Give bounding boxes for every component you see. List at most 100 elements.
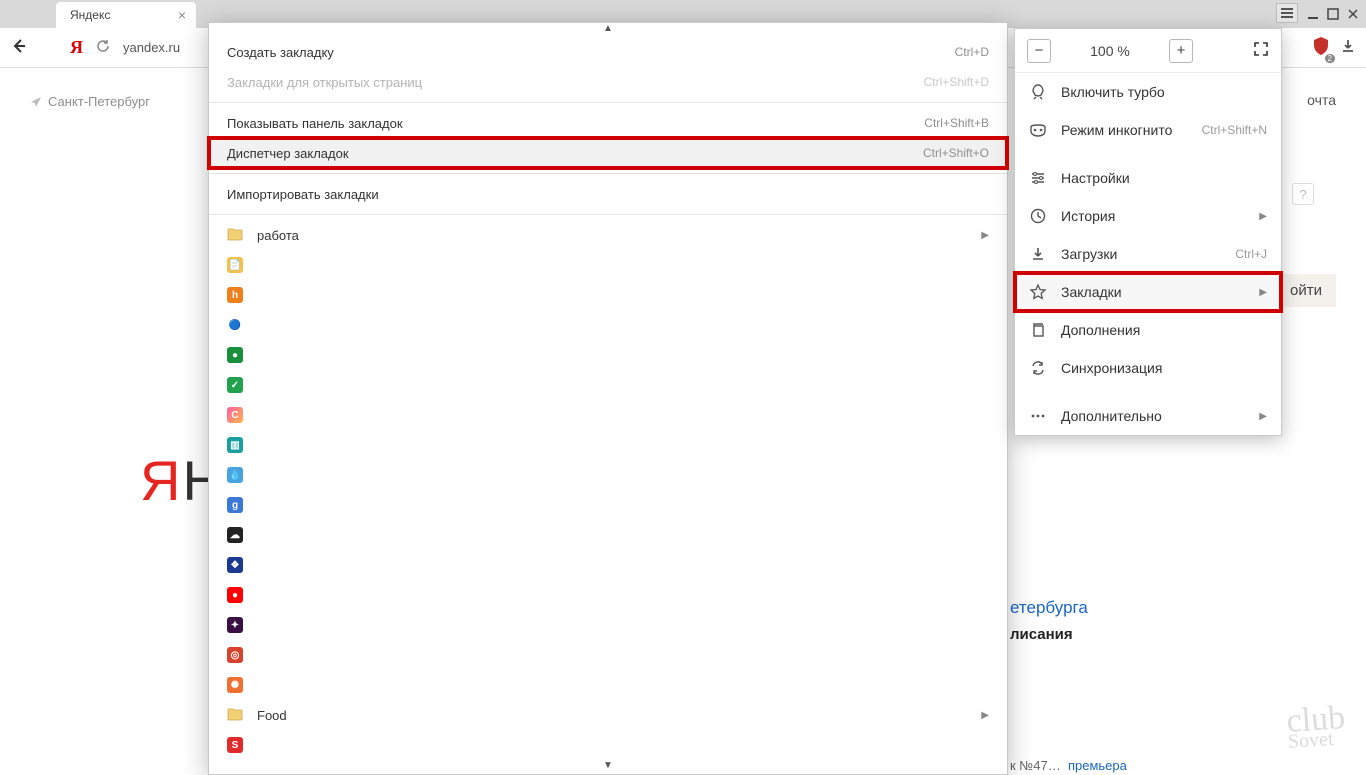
login-button[interactable]: ойти — [1276, 274, 1336, 307]
bookmark-item[interactable]: ✺ — [209, 670, 1007, 700]
menu-item-rocket[interactable]: Включить турбо — [1015, 73, 1281, 111]
zoom-row: − 100 % + — [1015, 29, 1281, 73]
copy-icon — [1029, 321, 1047, 339]
favicon: C — [227, 407, 243, 423]
submenu-label: Создать закладку — [227, 45, 334, 60]
submenu-item[interactable]: Диспетчер закладокCtrl+Shift+O — [209, 138, 1007, 168]
favicon: ● — [227, 347, 243, 363]
favicon: ▥ — [227, 437, 243, 453]
bookmark-item[interactable]: C — [209, 400, 1007, 430]
submenu-item[interactable]: Импортировать закладки — [209, 179, 1007, 209]
menu-label: Режим инкогнито — [1061, 122, 1188, 138]
chevron-right-icon: ▶ — [1259, 287, 1267, 298]
bookmark-item[interactable]: h — [209, 280, 1007, 310]
submenu-scroll-down-icon[interactable]: ▼ — [209, 760, 1007, 774]
menu-item-star[interactable]: Закладки ▶ — [1015, 273, 1281, 311]
menu-item-download[interactable]: Загрузки Ctrl+J — [1015, 235, 1281, 273]
hamburger-menu-icon[interactable] — [1276, 3, 1298, 23]
menu-label: Включить турбо — [1061, 84, 1267, 100]
yandex-logo-icon: Я — [70, 37, 83, 58]
shield-icon[interactable]: 2 — [1312, 36, 1330, 59]
close-window-icon[interactable] — [1344, 6, 1362, 22]
folder-icon — [227, 707, 243, 724]
bookmark-item[interactable]: ✓ — [209, 370, 1007, 400]
minimize-icon[interactable] — [1304, 6, 1322, 22]
menu-label: Дополнительно — [1061, 408, 1245, 424]
reload-icon[interactable] — [95, 38, 111, 57]
menu-item-sync[interactable]: Синхронизация — [1015, 349, 1281, 387]
fullscreen-icon[interactable] — [1253, 41, 1269, 60]
bookmark-item[interactable]: 💧 — [209, 460, 1007, 490]
chevron-right-icon: ▶ — [981, 230, 989, 241]
bookmark-item[interactable]: ● — [209, 580, 1007, 610]
bookmark-item[interactable]: ❖ — [209, 550, 1007, 580]
tab-close-icon[interactable]: × — [178, 8, 186, 22]
shield-badge: 2 — [1325, 54, 1335, 63]
chevron-right-icon: ▶ — [1259, 411, 1267, 422]
submenu-item[interactable]: Показывать панель закладокCtrl+Shift+B — [209, 108, 1007, 138]
favicon: h — [227, 287, 243, 303]
bookmark-item[interactable]: ◎ — [209, 640, 1007, 670]
menu-shortcut: Ctrl+J — [1235, 247, 1267, 261]
menu-shortcut: Ctrl+Shift+N — [1202, 123, 1267, 137]
back-icon[interactable] — [10, 37, 28, 58]
chevron-right-icon: ▶ — [981, 710, 989, 721]
window-controls — [1304, 0, 1366, 28]
menu-item-sliders[interactable]: Настройки — [1015, 159, 1281, 197]
geo-location[interactable]: Санкт-Петербург — [30, 94, 150, 109]
menu-label: Синхронизация — [1061, 360, 1267, 376]
maximize-icon[interactable] — [1324, 6, 1342, 22]
chevron-right-icon: ▶ — [1259, 211, 1267, 222]
rocket-icon — [1029, 83, 1047, 101]
bookmark-item[interactable]: 📄 — [209, 250, 1007, 280]
favicon: ❖ — [227, 557, 243, 573]
bookmark-label: Food — [257, 708, 287, 723]
sync-icon — [1029, 359, 1047, 377]
submenu-scroll-up-icon[interactable]: ▲ — [209, 23, 1007, 37]
favicon: ✺ — [227, 677, 243, 693]
bookmark-label: работа — [257, 228, 299, 243]
menu-label: Закладки — [1061, 284, 1245, 300]
bookmark-item[interactable]: g — [209, 490, 1007, 520]
bookmark-item[interactable]: S — [209, 730, 1007, 760]
zoom-in-button[interactable]: + — [1169, 39, 1193, 63]
bookmark-item[interactable]: 🔵 — [209, 310, 1007, 340]
bottom-link[interactable]: премьера — [1068, 758, 1127, 773]
bookmark-item[interactable]: ● — [209, 340, 1007, 370]
submenu-shortcut: Ctrl+Shift+O — [923, 146, 989, 160]
bookmark-item[interactable]: ▥ — [209, 430, 1007, 460]
bookmark-item[interactable]: ☁ — [209, 520, 1007, 550]
favicon: ✦ — [227, 617, 243, 633]
folder-icon — [227, 227, 243, 244]
menu-item-mask[interactable]: Режим инкогнито Ctrl+Shift+N — [1015, 111, 1281, 149]
news-subtitle: лисания — [1010, 626, 1073, 643]
bookmark-item[interactable]: ✦ — [209, 610, 1007, 640]
favicon: 🔵 — [227, 317, 243, 333]
download-bar-icon[interactable] — [1340, 38, 1356, 57]
bookmark-folder[interactable]: работа ▶ — [209, 220, 1007, 250]
news-link[interactable]: етербурга — [1010, 598, 1166, 618]
submenu-item: Закладки для открытых страницCtrl+Shift+… — [209, 67, 1007, 97]
mail-link[interactable]: очта — [1307, 92, 1336, 108]
help-icon[interactable]: ? — [1292, 183, 1314, 205]
bookmark-folder[interactable]: Food ▶ — [209, 700, 1007, 730]
tab-title: Яндекс — [70, 8, 170, 22]
submenu-item[interactable]: Создать закладку Ctrl+D — [209, 37, 1007, 67]
zoom-out-button[interactable]: − — [1027, 39, 1051, 63]
zoom-value: 100 % — [1061, 43, 1159, 59]
favicon: 📄 — [227, 257, 243, 273]
star-icon — [1029, 283, 1047, 301]
menu-label: Загрузки — [1061, 246, 1221, 262]
bottom-line: к №47… премьера — [1010, 758, 1127, 773]
menu-item-clock[interactable]: История ▶ — [1015, 197, 1281, 235]
menu-label: История — [1061, 208, 1245, 224]
address-input[interactable]: yandex.ru — [123, 40, 209, 55]
submenu-shortcut: Ctrl+D — [955, 45, 989, 59]
menu-item-dots[interactable]: Дополнительно ▶ — [1015, 397, 1281, 435]
menu-item-copy[interactable]: Дополнения — [1015, 311, 1281, 349]
sliders-icon — [1029, 169, 1047, 187]
clock-icon — [1029, 207, 1047, 225]
favicon: ◎ — [227, 647, 243, 663]
download-icon — [1029, 245, 1047, 263]
browser-tab[interactable]: Яндекс × — [56, 2, 196, 28]
